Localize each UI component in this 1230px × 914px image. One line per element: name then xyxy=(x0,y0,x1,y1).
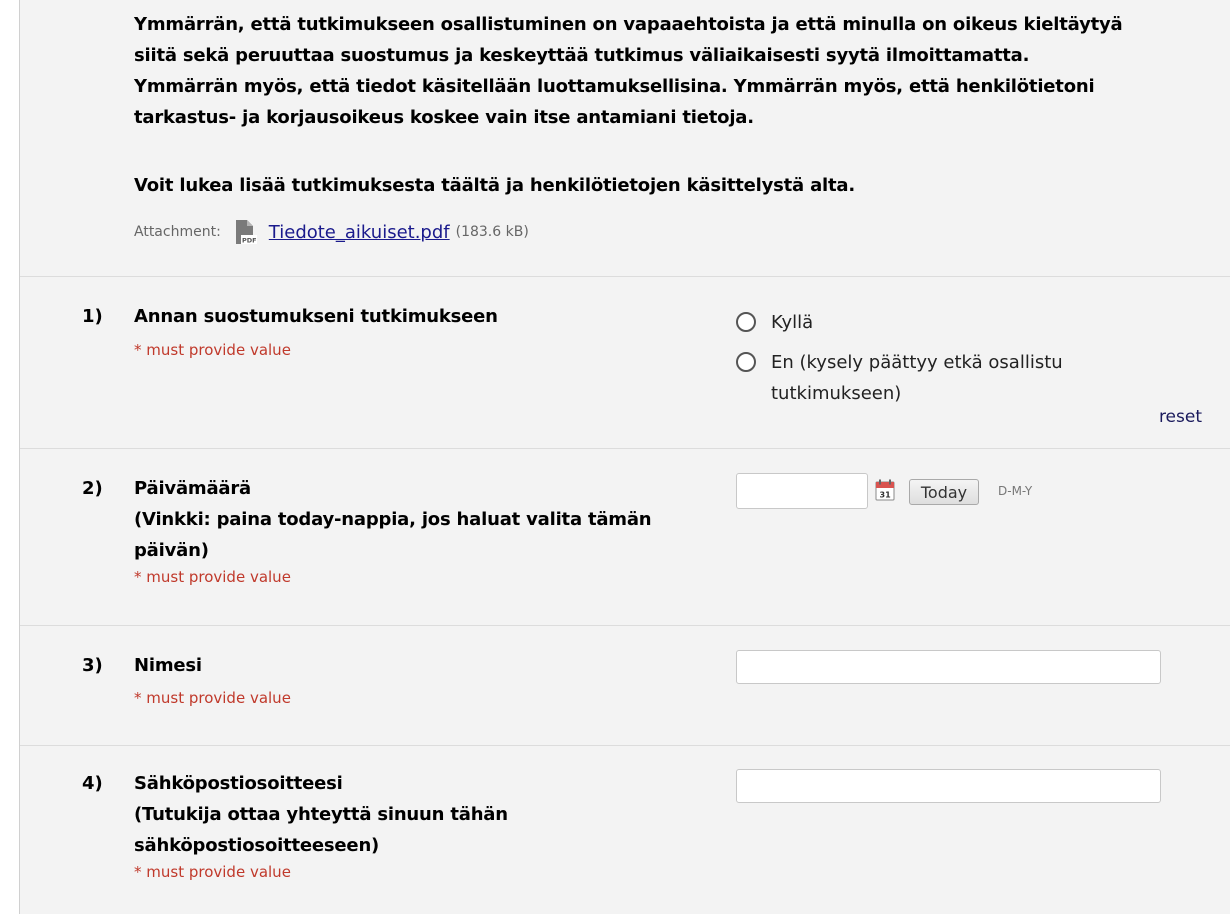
radio-label[interactable]: Kyllä xyxy=(771,307,813,338)
question-number: 3) xyxy=(82,655,103,676)
question-consent: 1) Annan suostumukseni tutkimukseen * mu… xyxy=(20,277,1230,449)
question-label: Nimesi xyxy=(134,655,202,676)
consent-description: Ymmärrän, että tutkimukseen osallistumin… xyxy=(20,0,1230,277)
question-date: 2) Päivämäärä (Vinkki: paina today-nappi… xyxy=(20,449,1230,626)
attachment-label: Attachment: xyxy=(134,224,221,240)
attachment-size: (183.6 kB) xyxy=(455,224,529,240)
required-note: * must provide value xyxy=(134,863,291,881)
question-number: 2) xyxy=(82,478,103,499)
question-number: 4) xyxy=(82,773,103,794)
required-note: * must provide value xyxy=(134,341,291,359)
question-name: 3) Nimesi * must provide value xyxy=(20,626,1230,746)
consent-paragraph: Ymmärrän, että tutkimukseen osallistumin… xyxy=(134,14,1123,128)
survey-form: Ymmärrän, että tutkimukseen osallistumin… xyxy=(19,0,1230,914)
question-label: Annan suostumukseni tutkimukseen xyxy=(134,306,498,327)
svg-text:PDF: PDF xyxy=(242,237,257,245)
date-format-hint: D-M-Y xyxy=(998,484,1033,498)
email-input[interactable] xyxy=(736,769,1161,803)
radio-option-no[interactable]: En (kysely päättyy etkä osallistu tutkim… xyxy=(736,347,1116,409)
today-button[interactable]: Today xyxy=(909,479,979,505)
reset-link[interactable]: reset xyxy=(1159,407,1202,427)
question-label: Sähköpostiosoitteesi (Tutukija ottaa yht… xyxy=(134,773,508,856)
name-input[interactable] xyxy=(736,650,1161,684)
pdf-file-icon: PDF xyxy=(235,220,257,245)
radio-option-yes[interactable]: Kyllä xyxy=(736,307,813,338)
attachment-row: Attachment: PDF Tiedote_aikuiset.pdf (18… xyxy=(134,218,529,246)
calendar-icon[interactable]: 31 xyxy=(875,479,895,501)
date-input[interactable] xyxy=(736,473,868,509)
required-note: * must provide value xyxy=(134,689,291,707)
radio-button[interactable] xyxy=(736,352,756,372)
question-email: 4) Sähköpostiosoitteesi (Tutukija ottaa … xyxy=(20,746,1230,914)
read-more-paragraph: Voit lukea lisää tutkimuksesta täältä ja… xyxy=(134,175,855,196)
required-note: * must provide value xyxy=(134,568,291,586)
question-number: 1) xyxy=(82,306,103,327)
radio-button[interactable] xyxy=(736,312,756,332)
question-label: Päivämäärä (Vinkki: paina today-nappia, … xyxy=(134,478,652,561)
attachment-link[interactable]: Tiedote_aikuiset.pdf xyxy=(269,222,450,243)
svg-text:31: 31 xyxy=(880,491,892,500)
radio-label[interactable]: En (kysely päättyy etkä osallistu tutkim… xyxy=(771,347,1116,409)
